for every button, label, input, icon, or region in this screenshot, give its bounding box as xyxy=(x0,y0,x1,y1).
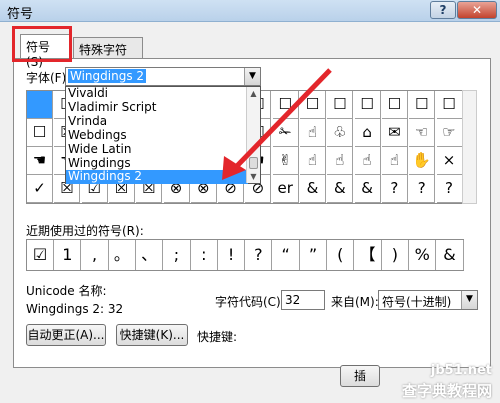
annotation-arrow xyxy=(222,68,332,180)
watermark-text: 查字典教程网 xyxy=(401,382,492,400)
watermark-site: jb51.net xyxy=(430,363,492,378)
